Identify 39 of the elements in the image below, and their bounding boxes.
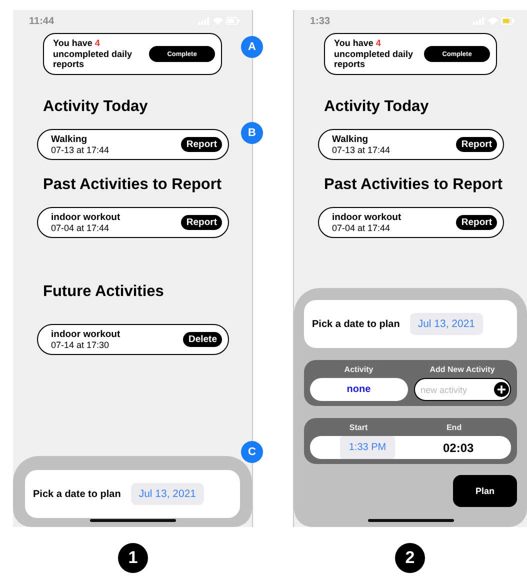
end-label: End <box>446 423 462 432</box>
step-number: 2 <box>395 542 425 572</box>
reminder-text: You have 4 uncompleted daily reports <box>53 38 134 70</box>
date-label: Pick a date to plan <box>312 318 400 330</box>
date-label: Pick a date to plan <box>33 488 121 500</box>
new-activity-field[interactable]: new activity <box>414 378 511 401</box>
activity-picker[interactable]: none <box>310 378 408 401</box>
activity-name: indoor workout <box>332 212 402 222</box>
section-heading: Activity Today <box>323 97 430 117</box>
start-label: Start <box>349 423 368 432</box>
activity-name: indoor workout <box>51 328 120 340</box>
activity-time: 07-04 at 17:44 <box>332 222 392 234</box>
section-heading: Past Activities to Report <box>323 175 504 195</box>
activity-button[interactable]: Delete <box>183 332 222 347</box>
new-activity-label: Add New Activity <box>430 365 495 374</box>
plan-button[interactable]: Plan <box>453 475 517 507</box>
activity-time: 07-13 at 17:44 <box>51 144 110 156</box>
activity-button[interactable]: Report <box>181 215 222 230</box>
reminder-text: You have 4 uncompleted daily reports <box>334 38 414 70</box>
end-time: 02:03 <box>443 440 474 454</box>
add-icon[interactable] <box>494 382 509 397</box>
activity-time: 07-14 at 17:30 <box>51 340 110 350</box>
activity-name: Walking <box>332 134 370 144</box>
activity-time: 07-13 at 17:44 <box>332 144 390 156</box>
status-time: 11:44 <box>29 16 54 26</box>
section-heading: Future Activities <box>42 282 165 302</box>
status-time: 1:33 <box>310 16 330 26</box>
activity-button[interactable]: Report <box>456 137 497 152</box>
activity-button[interactable]: Report <box>181 137 222 152</box>
activity-button[interactable]: Report <box>456 215 497 230</box>
activity-label: Activity <box>344 365 374 374</box>
activity-time: 07-04 at 17:44 <box>51 222 110 234</box>
section-heading: Past Activities to Report <box>42 175 223 195</box>
callout-badge: C <box>241 441 263 463</box>
activity-name: Walking <box>51 134 88 144</box>
callout-badge: A <box>241 36 263 58</box>
step-number: 1 <box>118 542 148 572</box>
section-heading: Activity Today <box>42 97 149 117</box>
activity-name: indoor workout <box>51 212 120 222</box>
